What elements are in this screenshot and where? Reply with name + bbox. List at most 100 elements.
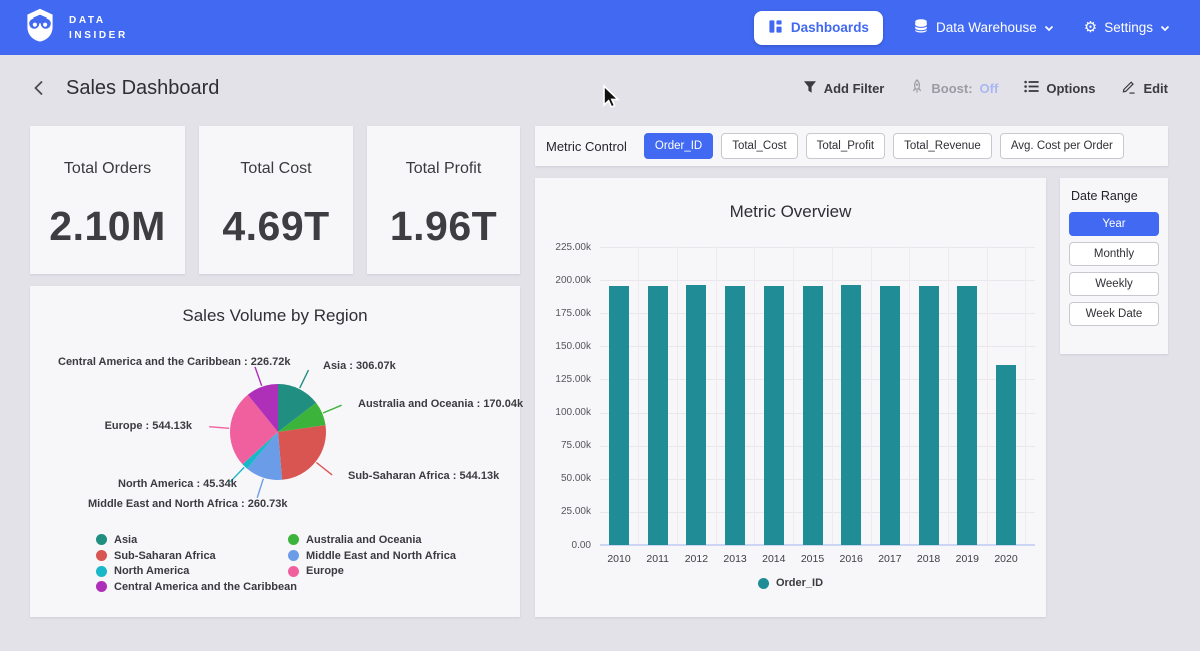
x-axis-tick: 2011: [637, 553, 679, 565]
pie-slice-sub-saharan-africa[interactable]: [278, 425, 326, 480]
gridline: [987, 247, 988, 545]
bar-2016[interactable]: [841, 285, 861, 545]
date-range-button-week-date[interactable]: Week Date: [1069, 302, 1159, 326]
legend-dot: [288, 550, 299, 561]
database-icon: [913, 18, 929, 37]
data-warehouse-label: Data Warehouse: [936, 20, 1037, 35]
kpi-value: 4.69T: [222, 203, 329, 250]
legend-label: Europe: [306, 565, 344, 577]
legend-item-europe[interactable]: Europe: [288, 563, 456, 579]
legend-item-north-america[interactable]: North America: [96, 563, 297, 579]
settings-menu[interactable]: ⚙ Settings: [1084, 20, 1170, 35]
legend-dot: [96, 566, 107, 577]
pie-leader-line: [316, 463, 332, 475]
bar-2019[interactable]: [957, 286, 977, 545]
x-axis-tick: 2019: [946, 553, 988, 565]
bar-chart-title: Metric Overview: [535, 178, 1046, 222]
date-range-button-year[interactable]: Year: [1069, 212, 1159, 236]
x-axis-tick: 2013: [714, 553, 756, 565]
pie-callout-north-america: North America : 45.34k: [118, 478, 237, 491]
y-axis-tick: 25.00k: [539, 506, 591, 517]
metric-button-total-profit[interactable]: Total_Profit: [806, 133, 886, 159]
dashboards-button[interactable]: Dashboards: [754, 11, 883, 45]
legend-item-middle-east-and-north-africa[interactable]: Middle East and North Africa: [288, 548, 456, 564]
data-warehouse-menu[interactable]: Data Warehouse: [913, 18, 1054, 37]
pie-leader-line: [255, 367, 262, 386]
options-button[interactable]: Options: [1024, 80, 1095, 96]
bar-2012[interactable]: [686, 285, 706, 545]
page-title: Sales Dashboard: [66, 77, 219, 100]
gridline: [600, 247, 1035, 248]
gridline: [871, 247, 872, 545]
pie-leader-line: [209, 427, 229, 429]
owl-logo-icon: [22, 6, 58, 49]
pie-leader-line: [257, 479, 263, 498]
kpi-label: Total Orders: [64, 160, 151, 178]
gridline: [948, 247, 949, 545]
y-axis-tick: 50.00k: [539, 473, 591, 484]
gridline: [1025, 247, 1026, 545]
pie-callout-europe: Europe : 544.13k: [50, 420, 192, 433]
x-axis-tick: 2010: [598, 553, 640, 565]
legend-label: Order_ID: [776, 577, 823, 589]
bar-2018[interactable]: [919, 286, 939, 545]
brand-logo[interactable]: DATA INSIDER: [22, 6, 128, 49]
legend-item-sub-saharan-africa[interactable]: Sub-Saharan Africa: [96, 548, 297, 564]
pie-chart-panel: Sales Volume by Region Asia : 306.07kAus…: [30, 286, 520, 617]
y-axis-tick: 150.00k: [539, 341, 591, 352]
legend-dot: [96, 534, 107, 545]
legend-item-australia-and-oceania[interactable]: Australia and Oceania: [288, 532, 456, 548]
back-button[interactable]: [32, 79, 46, 97]
bar-2010[interactable]: [609, 286, 629, 545]
date-range-button-monthly[interactable]: Monthly: [1069, 242, 1159, 266]
kpi-card-total-cost: Total Cost 4.69T: [199, 126, 353, 274]
metric-control-label: Metric Control: [546, 139, 627, 154]
chevron-down-icon: [1044, 20, 1054, 35]
pie-callout-central-america-and-the-caribbean: Central America and the Caribbean : 226.…: [58, 356, 291, 369]
gridline: [754, 247, 755, 545]
boost-value: Off: [980, 81, 999, 96]
kpi-label: Total Cost: [240, 160, 311, 178]
metric-button-total-cost[interactable]: Total_Cost: [721, 133, 797, 159]
pencil-icon: [1121, 79, 1136, 97]
bar-2015[interactable]: [803, 286, 823, 545]
pie-callout-asia: Asia : 306.07k: [323, 360, 396, 373]
pie-callout-sub-saharan-africa: Sub-Saharan Africa : 544.13k: [348, 470, 499, 483]
metric-button-avg-cost-per-order[interactable]: Avg. Cost per Order: [1000, 133, 1124, 159]
x-axis-tick: 2020: [985, 553, 1027, 565]
metric-button-order-id[interactable]: Order_ID: [644, 133, 713, 159]
brand-name: DATA INSIDER: [69, 13, 128, 43]
list-icon: [1024, 80, 1039, 96]
bar-2020[interactable]: [996, 365, 1016, 545]
legend-label: North America: [114, 565, 189, 577]
bar-2014[interactable]: [764, 286, 784, 545]
chevron-down-icon: [1160, 20, 1170, 35]
options-label: Options: [1046, 81, 1095, 96]
bar-2013[interactable]: [725, 286, 745, 545]
legend-label: Asia: [114, 534, 137, 546]
y-axis-tick: 0.00: [539, 540, 591, 551]
kpi-card-total-orders: Total Orders 2.10M: [30, 126, 185, 274]
gridline: [793, 247, 794, 545]
rocket-icon: [910, 79, 924, 97]
legend-dot: [288, 534, 299, 545]
kpi-value: 2.10M: [49, 203, 165, 250]
bar-2017[interactable]: [880, 286, 900, 545]
metric-button-total-revenue[interactable]: Total_Revenue: [893, 133, 992, 159]
legend-item-asia[interactable]: Asia: [96, 532, 297, 548]
edit-button[interactable]: Edit: [1121, 79, 1168, 97]
legend-dot: [758, 578, 769, 589]
date-range-button-weekly[interactable]: Weekly: [1069, 272, 1159, 296]
boost-toggle[interactable]: Boost: Off: [910, 79, 998, 97]
y-axis-tick: 100.00k: [539, 407, 591, 418]
bar-2011[interactable]: [648, 286, 668, 545]
bar-chart-legend[interactable]: Order_ID: [535, 577, 1046, 589]
legend-dot: [96, 581, 107, 592]
add-filter-button[interactable]: Add Filter: [803, 80, 885, 97]
legend-label: Middle East and North Africa: [306, 550, 456, 562]
y-axis-tick: 175.00k: [539, 308, 591, 319]
legend-item-central-america-and-the-caribbean[interactable]: Central America and the Caribbean: [96, 579, 297, 595]
x-axis-tick: 2014: [753, 553, 795, 565]
y-axis-tick: 200.00k: [539, 275, 591, 286]
pie-callout-middle-east-and-north-africa: Middle East and North Africa : 260.73k: [88, 498, 287, 511]
